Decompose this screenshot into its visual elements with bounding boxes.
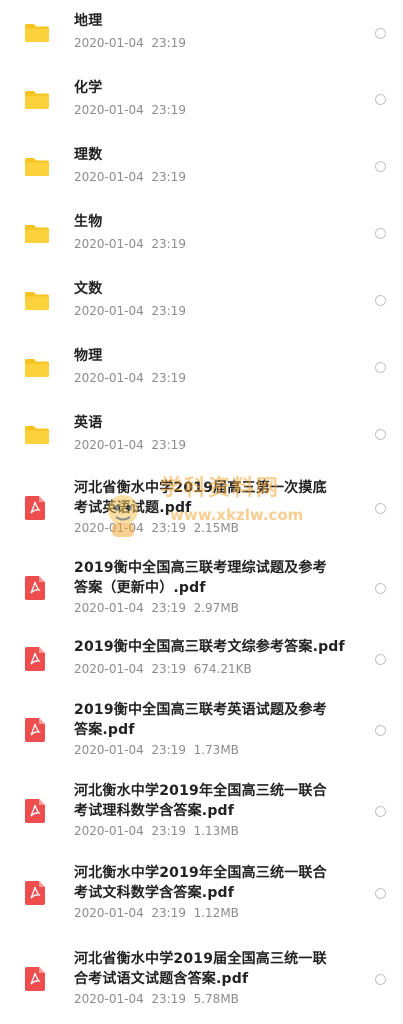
file-meta: 2020-01-04 23:19 <box>74 437 186 453</box>
file-date: 2020-01-04 23:19 <box>74 370 186 385</box>
file-name: 生物 <box>74 213 103 230</box>
file-meta: 2020-01-04 23:19 2.15MB <box>74 520 239 536</box>
folder-row[interactable]: 化学 2020-01-04 23:19 <box>0 66 403 133</box>
file-date: 2020-01-04 23:19 <box>74 102 186 117</box>
file-date: 2020-01-04 23:19 <box>74 662 186 676</box>
select-radio[interactable] <box>375 228 386 239</box>
file-date: 2020-01-04 23:19 <box>74 824 186 838</box>
file-size: 1.13MB <box>193 824 239 838</box>
file-name: 河北省衡水中学2019届高三第一次摸底 考试英语试题.pdf <box>74 480 327 516</box>
file-meta: 2020-01-04 23:19 <box>74 370 186 386</box>
select-radio[interactable] <box>375 887 386 899</box>
folder-icon <box>25 425 49 444</box>
folder-icon <box>25 157 49 176</box>
file-size: 674.21KB <box>193 662 252 676</box>
folder-icon <box>25 291 49 310</box>
file-name: 2019衡中全国高三联考文综参考答案.pdf <box>74 639 345 655</box>
folder-row[interactable]: 地理 2020-01-04 23:19 <box>0 0 403 66</box>
select-radio[interactable] <box>375 429 386 440</box>
pdf-icon <box>25 967 45 991</box>
folder-icon <box>25 224 49 243</box>
file-row[interactable]: 2019衡中全国高三联考文综参考答案.pdf 2020-01-04 23:19 6… <box>0 628 403 690</box>
file-row[interactable]: 河北省衡水中学2019届全国高三统一联 合考试语文试题含答案.pdf 2020-0… <box>0 934 403 1024</box>
select-radio[interactable] <box>375 653 386 665</box>
file-name: 2019衡中全国高三联考理综试题及参考 答案（更新中）.pdf <box>74 560 327 596</box>
select-radio[interactable] <box>375 295 386 306</box>
file-meta: 2020-01-04 23:19 5.78MB <box>74 991 239 1007</box>
pdf-icon <box>25 576 45 600</box>
folder-row[interactable]: 生物 2020-01-04 23:19 <box>0 200 403 267</box>
file-date: 2020-01-04 23:19 <box>74 169 186 184</box>
folder-row[interactable]: 物理 2020-01-04 23:19 <box>0 334 403 401</box>
file-row[interactable]: 2019衡中全国高三联考英语试题及参考 答案.pdf 2020-01-04 23:… <box>0 690 403 770</box>
file-date: 2020-01-04 23:19 <box>74 521 186 535</box>
pdf-icon <box>25 718 45 742</box>
file-size: 2.15MB <box>193 521 239 535</box>
file-meta: 2020-01-04 23:19 <box>74 236 186 252</box>
folder-row[interactable]: 文数 2020-01-04 23:19 <box>0 267 403 334</box>
select-radio[interactable] <box>375 973 386 985</box>
file-meta: 2020-01-04 23:19 674.21KB <box>74 661 252 677</box>
folder-row[interactable]: 理数 2020-01-04 23:19 <box>0 133 403 200</box>
file-meta: 2020-01-04 23:19 2.97MB <box>74 600 239 616</box>
select-radio[interactable] <box>375 161 386 172</box>
file-meta: 2020-01-04 23:19 <box>74 102 186 118</box>
select-radio[interactable] <box>375 582 386 594</box>
file-name: 河北省衡水中学2019届全国高三统一联 合考试语文试题含答案.pdf <box>74 951 327 987</box>
pdf-icon <box>25 799 45 823</box>
file-size: 5.78MB <box>193 992 239 1006</box>
pdf-icon <box>25 881 45 905</box>
file-date: 2020-01-04 23:19 <box>74 36 186 50</box>
file-meta: 2020-01-04 23:19 <box>74 303 186 319</box>
folder-row[interactable]: 英语 2020-01-04 23:19 <box>0 401 403 468</box>
file-meta: 2020-01-04 23:19 1.12MB <box>74 905 239 921</box>
file-row[interactable]: 河北衡水中学2019年全国高三统一联合 考试理科数学含答案.pdf 2020-01… <box>0 770 403 852</box>
file-size: 1.12MB <box>193 906 239 920</box>
folder-icon <box>25 90 49 109</box>
file-row[interactable]: 河北省衡水中学2019届高三第一次摸底 考试英语试题.pdf 2020-01-04… <box>0 468 403 548</box>
file-meta: 2020-01-04 23:19 <box>74 169 186 185</box>
file-date: 2020-01-04 23:19 <box>74 236 186 251</box>
select-radio[interactable] <box>375 805 386 817</box>
file-name: 河北衡水中学2019年全国高三统一联合 考试理科数学含答案.pdf <box>74 783 327 819</box>
file-name: 理数 <box>74 146 103 163</box>
folder-icon <box>25 24 49 42</box>
file-size: 1.73MB <box>193 743 239 757</box>
file-meta: 2020-01-04 23:19 1.73MB <box>74 742 239 758</box>
select-radio[interactable] <box>375 724 386 736</box>
file-list: 地理 2020-01-04 23:19 化学 2020-01-04 23:19 理数 20… <box>0 0 403 1024</box>
select-radio[interactable] <box>375 94 386 105</box>
file-meta: 2020-01-04 23:19 <box>74 35 186 51</box>
file-name: 化学 <box>74 79 103 96</box>
pdf-icon <box>25 647 45 671</box>
file-date: 2020-01-04 23:19 <box>74 601 186 615</box>
file-name: 文数 <box>74 280 103 297</box>
select-radio[interactable] <box>375 362 386 373</box>
file-meta: 2020-01-04 23:19 1.13MB <box>74 823 239 839</box>
pdf-icon <box>25 496 45 520</box>
file-date: 2020-01-04 23:19 <box>74 992 186 1006</box>
select-radio[interactable] <box>375 502 386 514</box>
file-name: 2019衡中全国高三联考英语试题及参考 答案.pdf <box>74 702 327 738</box>
folder-icon <box>25 358 49 377</box>
file-name: 河北衡水中学2019年全国高三统一联合 考试文科数学含答案.pdf <box>74 865 327 901</box>
file-row[interactable]: 2019衡中全国高三联考理综试题及参考 答案（更新中）.pdf 2020-01-0… <box>0 548 403 628</box>
file-date: 2020-01-04 23:19 <box>74 437 186 452</box>
file-name: 地理 <box>74 13 103 29</box>
file-row[interactable]: 河北衡水中学2019年全国高三统一联合 考试文科数学含答案.pdf 2020-01… <box>0 852 403 934</box>
select-radio[interactable] <box>375 27 386 39</box>
file-name: 物理 <box>74 347 103 364</box>
file-date: 2020-01-04 23:19 <box>74 303 186 318</box>
file-size: 2.97MB <box>193 601 239 615</box>
file-date: 2020-01-04 23:19 <box>74 906 186 920</box>
file-name: 英语 <box>74 414 103 431</box>
file-date: 2020-01-04 23:19 <box>74 743 186 757</box>
